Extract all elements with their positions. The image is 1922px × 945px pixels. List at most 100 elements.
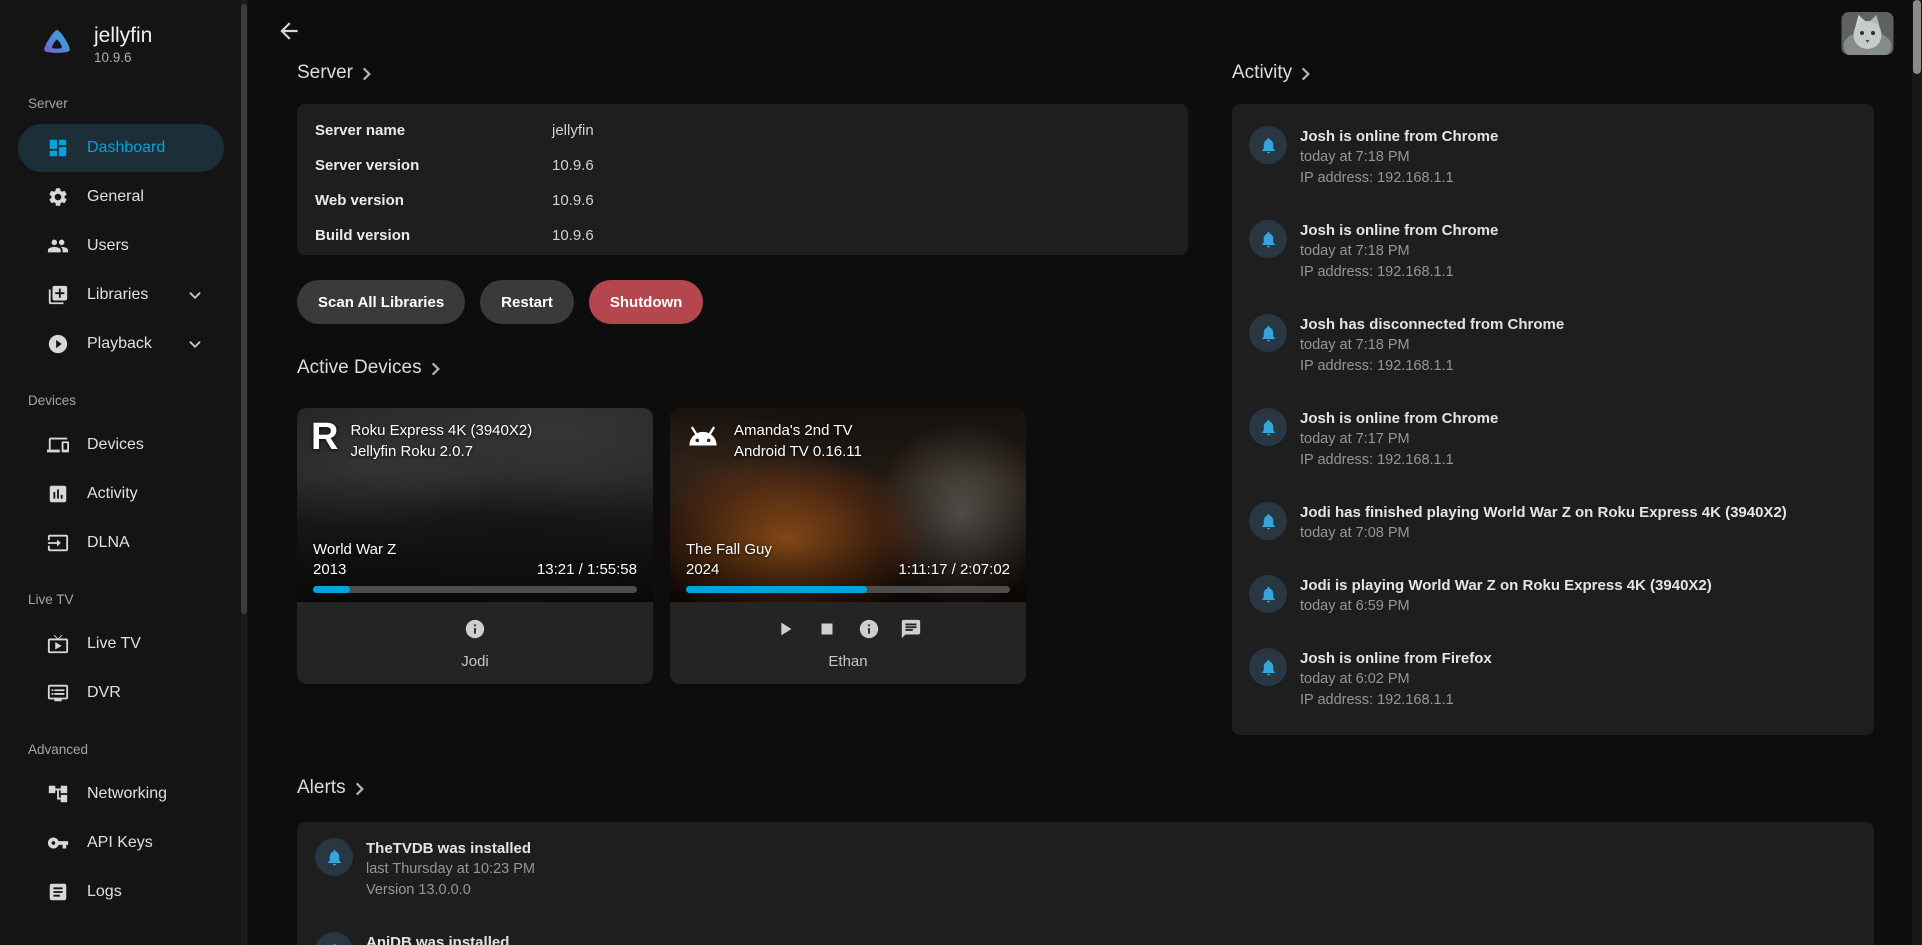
restart-button[interactable]: Restart [480, 280, 574, 324]
server-name-value: jellyfin [552, 122, 594, 139]
alerts-card: TheTVDB was installed last Thursday at 1… [297, 822, 1874, 945]
feed-time: last Thursday at 10:23 PM [366, 859, 535, 880]
sidebar-item-devices[interactable]: Devices [18, 421, 224, 469]
now-playing-year: 2024 [686, 560, 772, 580]
sidebar-item-dlna[interactable]: DLNA [18, 519, 224, 567]
sidebar-item-networking[interactable]: Networking [18, 770, 224, 818]
sidebar-section-label: Live TV [28, 592, 248, 607]
sidebar-item-users[interactable]: Users [18, 222, 224, 270]
info-button[interactable] [464, 618, 486, 640]
now-playing-title: The Fall Guy [686, 540, 772, 560]
bell-icon [1249, 575, 1287, 613]
chevron-right-icon [362, 67, 371, 81]
feed-detail: IP address: 192.168.1.1 [1300, 690, 1492, 711]
playback-controls [297, 615, 653, 642]
page-scrollbar-thumb[interactable] [1913, 0, 1921, 74]
sidebar-item-general[interactable]: General [18, 173, 224, 221]
progress-bar [686, 586, 1010, 593]
sidebar-item-label: Live TV [87, 635, 141, 653]
playback-time: 1:11:17 / 2:07:02 [899, 560, 1010, 580]
chevron-right-icon [355, 782, 364, 796]
sidebar-item-live-tv[interactable]: Live TV [18, 620, 224, 668]
feed-time: today at 7:17 PM [1300, 429, 1498, 450]
playback-time: 13:21 / 1:55:58 [537, 560, 637, 580]
server-name-row: Server name jellyfin [297, 113, 1188, 148]
users-icon [47, 235, 69, 257]
server-section-title: Server [297, 62, 353, 84]
sidebar-item-libraries[interactable]: Libraries [18, 271, 224, 319]
dashboard-icon [47, 137, 69, 159]
sidebar-item-logs[interactable]: Logs [18, 868, 224, 916]
jellyfin-logo-icon [38, 26, 76, 64]
user-avatar[interactable] [1841, 12, 1894, 55]
chevron-down-icon[interactable] [184, 333, 206, 355]
message-button[interactable] [900, 618, 922, 640]
chevron-down-icon[interactable] [184, 284, 206, 306]
info-button[interactable] [858, 618, 880, 640]
build-version-row: Build version 10.9.6 [297, 218, 1188, 253]
shutdown-button[interactable]: Shutdown [589, 280, 703, 324]
device-card[interactable]: R Roku Express 4K (3940X2) Jellyfin Roku… [297, 408, 653, 684]
activity-item: Josh is online from Chrome today at 7:17… [1249, 408, 1854, 471]
sidebar-scrollbar-thumb[interactable] [241, 4, 247, 614]
now-playing-backdrop: Amanda's 2nd TV Android TV 0.16.11 The F… [670, 408, 1026, 602]
server-version-row: Server version 10.9.6 [297, 148, 1188, 183]
sidebar-section: Server Dashboard General Users Libraries… [0, 96, 248, 368]
active-devices-row: R Roku Express 4K (3940X2) Jellyfin Roku… [297, 408, 1026, 684]
progress-fill [686, 586, 867, 593]
activity-item: Josh is online from Firefox today at 6:0… [1249, 648, 1854, 711]
feed-time: today at 7:18 PM [1300, 147, 1498, 168]
alert-item: AniDB was installed [315, 932, 1854, 945]
feed-time: today at 7:08 PM [1300, 523, 1787, 544]
client-version: Jellyfin Roku 2.0.7 [350, 441, 532, 462]
play-circle-icon [47, 333, 69, 355]
roku-logo-icon: R [311, 420, 338, 454]
bell-icon [1249, 220, 1287, 258]
sidebar-item-label: General [87, 188, 144, 206]
active-devices-section-title: Active Devices [297, 357, 422, 379]
activity-section-title: Activity [1232, 62, 1292, 84]
bell-icon [1249, 502, 1287, 540]
sidebar-item-label: Dashboard [87, 139, 165, 157]
app-identity: jellyfin 10.9.6 [94, 24, 152, 65]
device-card[interactable]: Amanda's 2nd TV Android TV 0.16.11 The F… [670, 408, 1026, 684]
feed-title: Jodi is playing World War Z on Roku Expr… [1300, 575, 1712, 596]
feed-detail: IP address: 192.168.1.1 [1300, 168, 1498, 189]
server-section-link[interactable]: Server [297, 62, 371, 84]
bell-icon [1249, 408, 1287, 446]
play-button[interactable] [774, 618, 796, 640]
device-name: Roku Express 4K (3940X2) [350, 420, 532, 441]
feed-title: Josh is online from Chrome [1300, 220, 1498, 241]
sidebar-item-api-keys[interactable]: API Keys [18, 819, 224, 867]
feed-time: today at 7:18 PM [1300, 241, 1498, 262]
sidebar-item-activity[interactable]: Activity [18, 470, 224, 518]
back-button[interactable] [276, 18, 302, 44]
activity-item: Josh has disconnected from Chrome today … [1249, 314, 1854, 377]
activity-item: Jodi has finished playing World War Z on… [1249, 502, 1854, 544]
feed-time: today at 6:59 PM [1300, 596, 1712, 617]
active-devices-section-link[interactable]: Active Devices [297, 357, 440, 379]
sidebar-item-label: Devices [87, 436, 144, 454]
page-scrollbar-track[interactable] [1912, 0, 1922, 945]
server-version-label: Server version [315, 157, 552, 174]
feed-time: today at 7:18 PM [1300, 335, 1564, 356]
sidebar: jellyfin 10.9.6 Server Dashboard General… [0, 0, 248, 945]
stop-button[interactable] [816, 618, 838, 640]
settings-icon [47, 186, 69, 208]
activity-section-link[interactable]: Activity [1232, 62, 1310, 84]
web-version-label: Web version [315, 192, 552, 209]
alerts-section-link[interactable]: Alerts [297, 777, 364, 799]
bell-icon [1249, 648, 1287, 686]
key-icon [47, 832, 69, 854]
playback-controls [670, 615, 1026, 642]
sidebar-section-label: Server [28, 96, 248, 111]
sidebar-item-dashboard[interactable]: Dashboard [18, 124, 224, 172]
sidebar-item-playback[interactable]: Playback [18, 320, 224, 368]
progress-bar [313, 586, 637, 593]
sidebar-item-dvr[interactable]: DVR [18, 669, 224, 717]
sidebar-item-label: DVR [87, 684, 121, 702]
now-playing-title: World War Z [313, 540, 396, 560]
scan-all-libraries-button[interactable]: Scan All Libraries [297, 280, 465, 324]
alerts-section-title: Alerts [297, 777, 346, 799]
server-version-value: 10.9.6 [552, 157, 594, 174]
